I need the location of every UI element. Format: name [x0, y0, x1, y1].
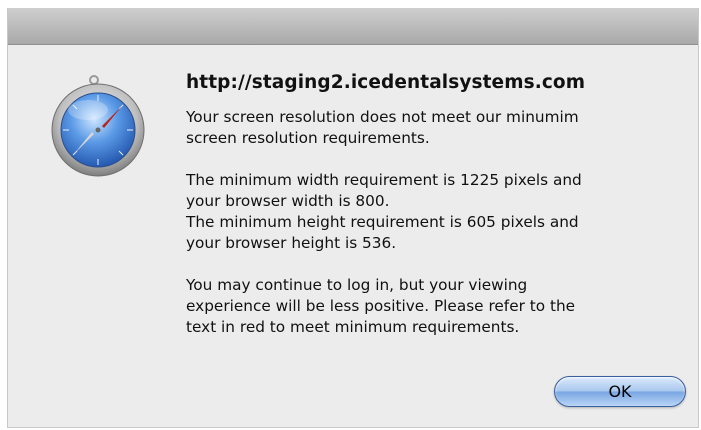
- safari-compass-icon: [48, 70, 148, 180]
- dialog-content: http://staging2.icedentalsystems.com You…: [186, 72, 666, 338]
- ok-button[interactable]: OK: [554, 376, 686, 407]
- message-continue: You may continue to log in, but your vie…: [186, 276, 576, 336]
- dialog-title: http://staging2.icedentalsystems.com: [186, 72, 586, 93]
- alert-dialog: http://staging2.icedentalsystems.com You…: [7, 8, 699, 428]
- dialog-titlebar: [8, 8, 698, 45]
- message-resolution: Your screen resolution does not meet our…: [186, 108, 579, 147]
- message-requirements: The minimum width requirement is 1225 pi…: [186, 171, 582, 252]
